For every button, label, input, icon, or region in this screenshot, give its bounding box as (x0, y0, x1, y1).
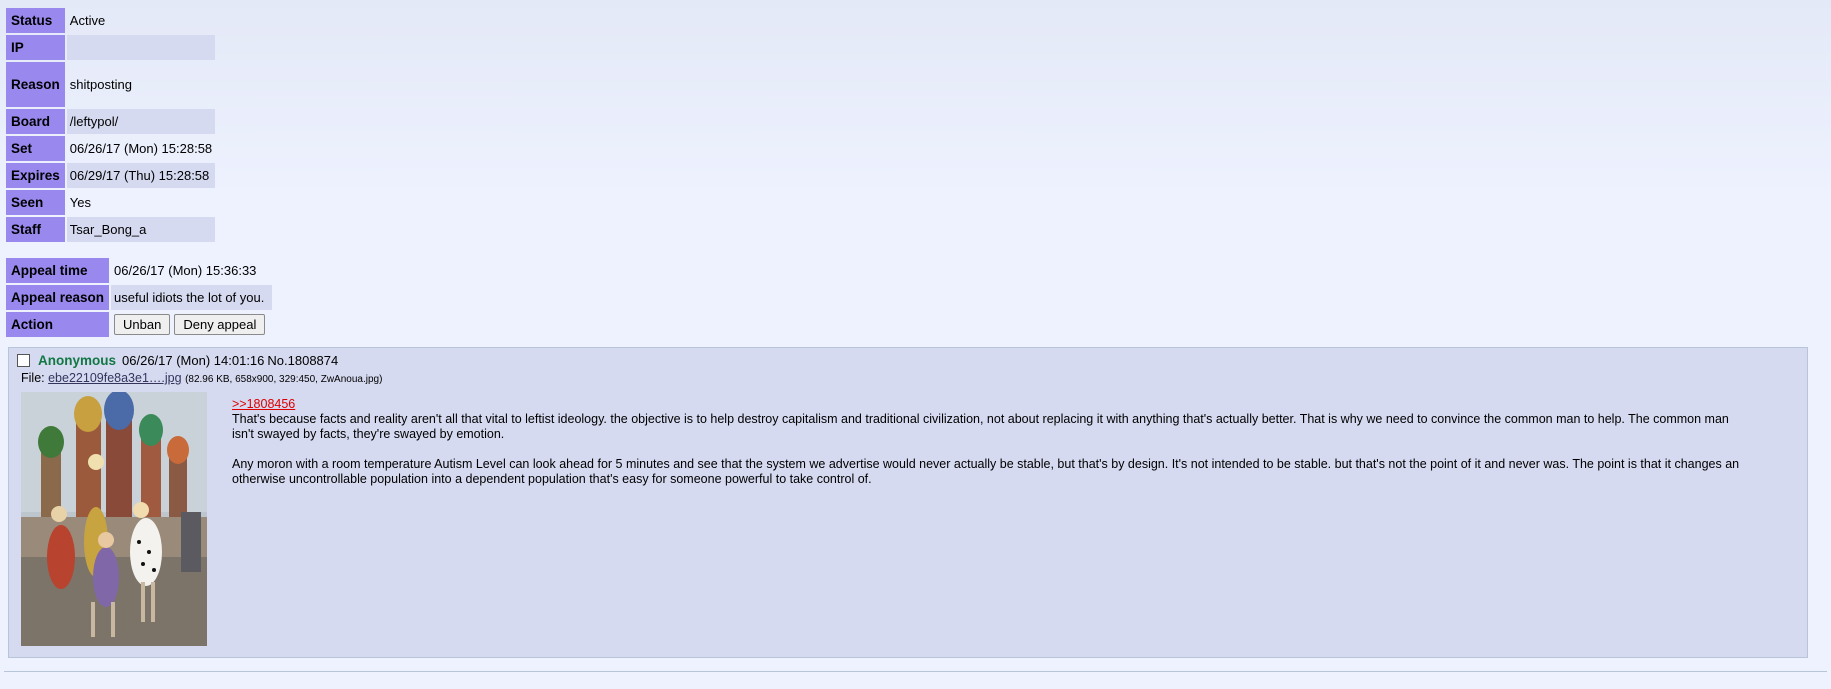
ban-row-staff: Staff Tsar_Bong_a (6, 217, 216, 242)
ban-row-reason: Reason shitposting (6, 62, 215, 107)
ban-row-status: Status Active (6, 8, 215, 33)
appeal-table: Appeal time 06/26/17 (Mon) 15:36:33 Appe… (4, 256, 274, 339)
ban-value: Active (69, 13, 106, 28)
file-meta: (82.96 KB, 658x900, 329:450, ZwAnoua.jpg… (185, 374, 383, 385)
ban-row-ip: IP (6, 35, 216, 60)
post-select-checkbox[interactable] (17, 354, 30, 367)
ban-row-expires: Expires 06/29/17 (Thu) 15:28:58 (6, 163, 216, 188)
file-info: File: ebe22109fe8a3e1….jpg (82.96 KB, 65… (21, 371, 382, 385)
ban-details-table: Status Active IP Reason shitposting Boar… (4, 6, 217, 244)
post-reply: Anonymous 06/26/17 (Mon) 14:01:16 No.180… (8, 347, 1808, 658)
ban-label: Board (6, 109, 65, 134)
ban-value: 06/29/17 (Thu) 15:28:58 (66, 163, 216, 188)
ban-value: /leftypol/ (66, 109, 216, 134)
ban-label: Seen (6, 190, 65, 215)
unban-button[interactable]: Unban (114, 314, 171, 335)
file-label: File: (21, 371, 45, 385)
appeal-action-cell: Unban Deny appeal (111, 312, 272, 337)
appeal-reason-value: useful idiots the lot of you. (111, 285, 273, 310)
appeal-time-value: 06/26/17 (Mon) 15:36:33 (114, 263, 257, 278)
ban-label: Set (6, 136, 65, 161)
ban-row-seen: Seen Yes (6, 190, 215, 215)
appeal-row-action: Action Unban Deny appeal (6, 312, 272, 337)
ban-label: Reason (6, 62, 65, 107)
ban-row-set: Set 06/26/17 (Mon) 15:28:58 (6, 136, 215, 161)
poster-name: Anonymous (38, 353, 117, 368)
post-body: >>1808456 That's because facts and reali… (232, 397, 1752, 502)
appeal-action-label: Action (6, 312, 110, 337)
page-divider (4, 671, 1827, 672)
ban-value: Yes (69, 195, 91, 210)
ban-label: Staff (6, 217, 65, 242)
ban-value (66, 35, 216, 60)
quote-link[interactable]: >>1808456 (232, 397, 295, 411)
ban-value: 06/26/17 (Mon) 15:28:58 (69, 141, 213, 156)
ban-label: IP (6, 35, 65, 60)
ban-value: Tsar_Bong_a (66, 217, 216, 242)
post-datetime: 06/26/17 (Mon) 14:01:16 (122, 353, 265, 368)
ban-label: Expires (6, 163, 65, 188)
appeal-row-reason: Appeal reason useful idiots the lot of y… (6, 285, 273, 310)
ban-label: Status (6, 8, 65, 33)
deny-appeal-button[interactable]: Deny appeal (174, 314, 266, 335)
appeal-time-label: Appeal time (6, 258, 110, 283)
appeal-row-time: Appeal time 06/26/17 (Mon) 15:36:33 (6, 258, 272, 283)
post-number[interactable]: No.1808874 (267, 353, 338, 368)
post-header: Anonymous 06/26/17 (Mon) 14:01:16 No.180… (17, 353, 338, 368)
post-paragraph: That's because facts and reality aren't … (232, 412, 1729, 441)
post-thumbnail-image[interactable] (21, 392, 207, 646)
post-paragraph: Any moron with a room temperature Autism… (232, 457, 1740, 486)
file-link[interactable]: ebe22109fe8a3e1….jpg (48, 371, 181, 385)
ban-row-board: Board /leftypol/ (6, 109, 216, 134)
appeal-reason-label: Appeal reason (6, 285, 110, 310)
ban-value: shitposting (69, 77, 132, 92)
